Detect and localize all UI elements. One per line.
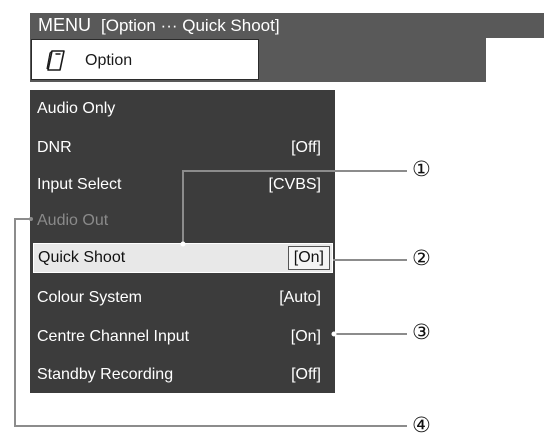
callout-dot-1 (180, 241, 186, 247)
callout-line-4 (14, 218, 407, 427)
callout-dot-4 (29, 217, 33, 221)
callout-number-4: ④ (412, 413, 431, 437)
callout-number-3: ③ (412, 320, 431, 344)
callout-line-1 (182, 170, 407, 244)
callout-dot-3 (331, 331, 337, 337)
callout-number-1: ① (412, 157, 431, 181)
callout-number-2: ② (412, 246, 431, 270)
callout-leader-lines (14, 170, 407, 427)
